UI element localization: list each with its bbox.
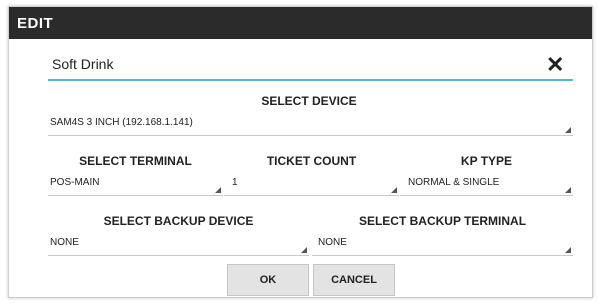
select-backup-device-dropdown[interactable]: NONE [48, 235, 309, 256]
dropdown-triangle-icon [565, 127, 571, 133]
dropdown-triangle-icon [215, 187, 221, 193]
dropdown-triangle-icon [565, 247, 571, 253]
select-terminal-dropdown[interactable]: POS-MAIN [48, 175, 223, 196]
ticket-count-dropdown[interactable]: 1 [224, 175, 399, 196]
dropdown-triangle-icon [391, 187, 397, 193]
select-backup-device-label: SELECT BACKUP DEVICE [103, 214, 254, 228]
dropdown-triangle-icon [565, 187, 571, 193]
select-device-value: SAM4S 3 INCH (192.168.1.141) [50, 117, 193, 128]
dialog-title: EDIT [17, 15, 54, 32]
select-backup-terminal-dropdown[interactable]: NONE [312, 235, 573, 256]
item-name-value: Soft Drink [52, 56, 114, 72]
select-terminal-label: SELECT TERMINAL [79, 154, 192, 168]
kp-type-value: NORMAL & SINGLE [408, 177, 500, 188]
close-icon[interactable]: ✕ [546, 54, 564, 76]
cancel-button[interactable]: CANCEL [313, 264, 395, 296]
kp-type-dropdown[interactable]: NORMAL & SINGLE [400, 175, 573, 196]
item-name-field[interactable]: Soft Drink [48, 53, 573, 81]
kp-type-label: KP TYPE [460, 154, 513, 168]
select-device-dropdown[interactable]: SAM4S 3 INCH (192.168.1.141) [48, 115, 573, 136]
select-backup-device-value: NONE [50, 237, 79, 248]
dialog-titlebar: EDIT [9, 7, 592, 39]
select-backup-terminal-label: SELECT BACKUP TERMINAL [358, 214, 527, 228]
ticket-count-label: TICKET COUNT [266, 154, 357, 168]
select-backup-terminal-value: NONE [318, 237, 347, 248]
dropdown-triangle-icon [301, 247, 307, 253]
ticket-count-value: 1 [232, 177, 238, 188]
select-terminal-value: POS-MAIN [50, 177, 100, 188]
edit-dialog: EDIT Soft Drink ✕ SELECT DEVICE SAM4S 3 … [8, 6, 593, 298]
select-device-label: SELECT DEVICE [261, 94, 357, 108]
ok-button[interactable]: OK [227, 264, 309, 296]
